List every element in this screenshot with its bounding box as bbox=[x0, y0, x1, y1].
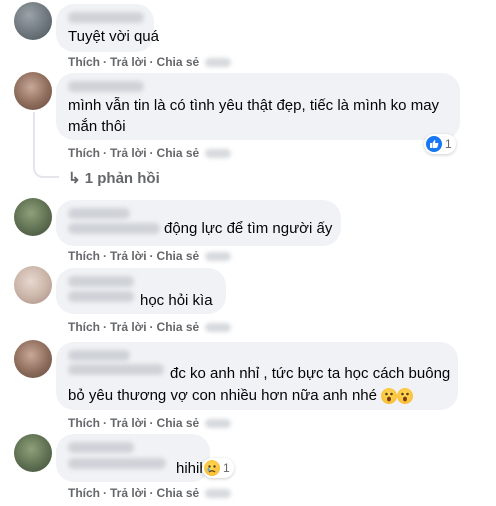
reply-arrow-icon: ↳ bbox=[68, 170, 81, 187]
commenter-name[interactable] bbox=[68, 276, 134, 287]
avatar[interactable] bbox=[14, 198, 52, 236]
separator: · bbox=[103, 249, 107, 263]
reaction-count: 1 bbox=[445, 137, 452, 151]
timestamp[interactable] bbox=[205, 252, 232, 262]
avatar[interactable] bbox=[14, 72, 52, 110]
reaction-badge[interactable]: 1 bbox=[424, 134, 456, 154]
commenter-name[interactable] bbox=[68, 208, 130, 219]
comment-actions: Thích · Trả lời · Chia sẻ bbox=[68, 249, 232, 263]
separator: · bbox=[149, 320, 154, 334]
reaction-badge[interactable]: 1 bbox=[202, 458, 234, 478]
like-reaction-icon bbox=[426, 136, 442, 152]
reply-link[interactable]: Trả lời bbox=[110, 146, 147, 160]
timestamp[interactable] bbox=[205, 149, 232, 159]
separator: · bbox=[103, 320, 107, 334]
share-link[interactable]: Chia sẻ bbox=[157, 486, 200, 500]
comment-actions: Thích · Trả lời · Chia sẻ bbox=[68, 146, 232, 160]
separator: · bbox=[103, 146, 107, 160]
comment-text-line-2: mắn thôi bbox=[68, 118, 126, 135]
timestamp[interactable] bbox=[205, 419, 232, 429]
replies-count-label: 1 phản hồi bbox=[84, 170, 160, 187]
avatar[interactable] bbox=[14, 266, 52, 304]
separator: · bbox=[149, 416, 154, 430]
astonished-emoji-icon bbox=[381, 388, 398, 405]
reaction-count: 1 bbox=[223, 461, 230, 475]
commenter-name-line-2 bbox=[68, 458, 166, 469]
share-link[interactable]: Chia sẻ bbox=[157, 55, 200, 69]
view-replies-link[interactable]: ↳ 1 phản hồi bbox=[68, 169, 160, 187]
separator: · bbox=[149, 55, 154, 69]
share-link[interactable]: Chia sẻ bbox=[157, 249, 200, 263]
like-link[interactable]: Thích bbox=[68, 146, 100, 160]
comment-actions: Thích · Trả lời · Chia sẻ bbox=[68, 55, 232, 69]
commenter-name[interactable] bbox=[68, 442, 134, 453]
sad-reaction-icon bbox=[204, 460, 220, 476]
separator: · bbox=[103, 55, 107, 69]
astonished-emoji-icon bbox=[397, 388, 414, 405]
separator: · bbox=[103, 416, 107, 430]
commenter-name-line-2 bbox=[68, 364, 164, 375]
reply-link[interactable]: Trả lời bbox=[110, 320, 147, 334]
like-link[interactable]: Thích bbox=[68, 320, 100, 334]
share-link[interactable]: Chia sẻ bbox=[157, 146, 200, 160]
reply-link[interactable]: Trả lời bbox=[110, 249, 147, 263]
comment-text: động lực để tìm người ấy bbox=[164, 220, 333, 237]
comment-actions: Thích · Trả lời · Chia sẻ bbox=[68, 486, 232, 500]
comment-text-line-1: đc ko anh nhỉ , tức bực ta học cách buôn… bbox=[170, 365, 451, 382]
separator: · bbox=[149, 249, 154, 263]
thread-connector bbox=[33, 112, 59, 178]
commenter-name[interactable] bbox=[68, 12, 144, 23]
like-link[interactable]: Thích bbox=[68, 416, 100, 430]
comment-text: học hỏi kìa bbox=[140, 292, 213, 309]
timestamp[interactable] bbox=[205, 323, 232, 333]
avatar[interactable] bbox=[14, 2, 52, 40]
like-link[interactable]: Thích bbox=[68, 55, 100, 69]
avatar[interactable] bbox=[14, 434, 52, 472]
share-link[interactable]: Chia sẻ bbox=[157, 320, 200, 334]
comment-actions: Thích · Trả lời · Chia sẻ bbox=[68, 320, 232, 334]
avatar[interactable] bbox=[14, 340, 52, 378]
reply-link[interactable]: Trả lời bbox=[110, 416, 147, 430]
separator: · bbox=[103, 486, 107, 500]
share-link[interactable]: Chia sẻ bbox=[157, 416, 200, 430]
comment-text-line-2: bỏ yêu thương vợ con nhiều hơn nữa anh n… bbox=[68, 385, 414, 406]
like-link[interactable]: Thích bbox=[68, 249, 100, 263]
separator: · bbox=[149, 146, 154, 160]
comment-text: Tuyệt vời quá bbox=[68, 28, 159, 45]
separator: · bbox=[149, 486, 154, 500]
comment-text-line-1: mình vẫn tin là có tình yêu thật đẹp, ti… bbox=[68, 97, 440, 114]
commenter-name[interactable] bbox=[68, 350, 130, 361]
commenter-name-line-2 bbox=[68, 223, 160, 234]
timestamp[interactable] bbox=[205, 58, 232, 68]
commenter-name[interactable] bbox=[68, 81, 144, 92]
timestamp[interactable] bbox=[205, 489, 232, 499]
reply-link[interactable]: Trả lời bbox=[110, 486, 147, 500]
comment-text-line-2-content: bỏ yêu thương vợ con nhiều hơn nữa anh n… bbox=[68, 387, 377, 404]
reply-link[interactable]: Trả lời bbox=[110, 55, 147, 69]
comment-actions: Thích · Trả lời · Chia sẻ bbox=[68, 416, 232, 430]
like-link[interactable]: Thích bbox=[68, 486, 100, 500]
commenter-name-line-2 bbox=[68, 291, 134, 302]
